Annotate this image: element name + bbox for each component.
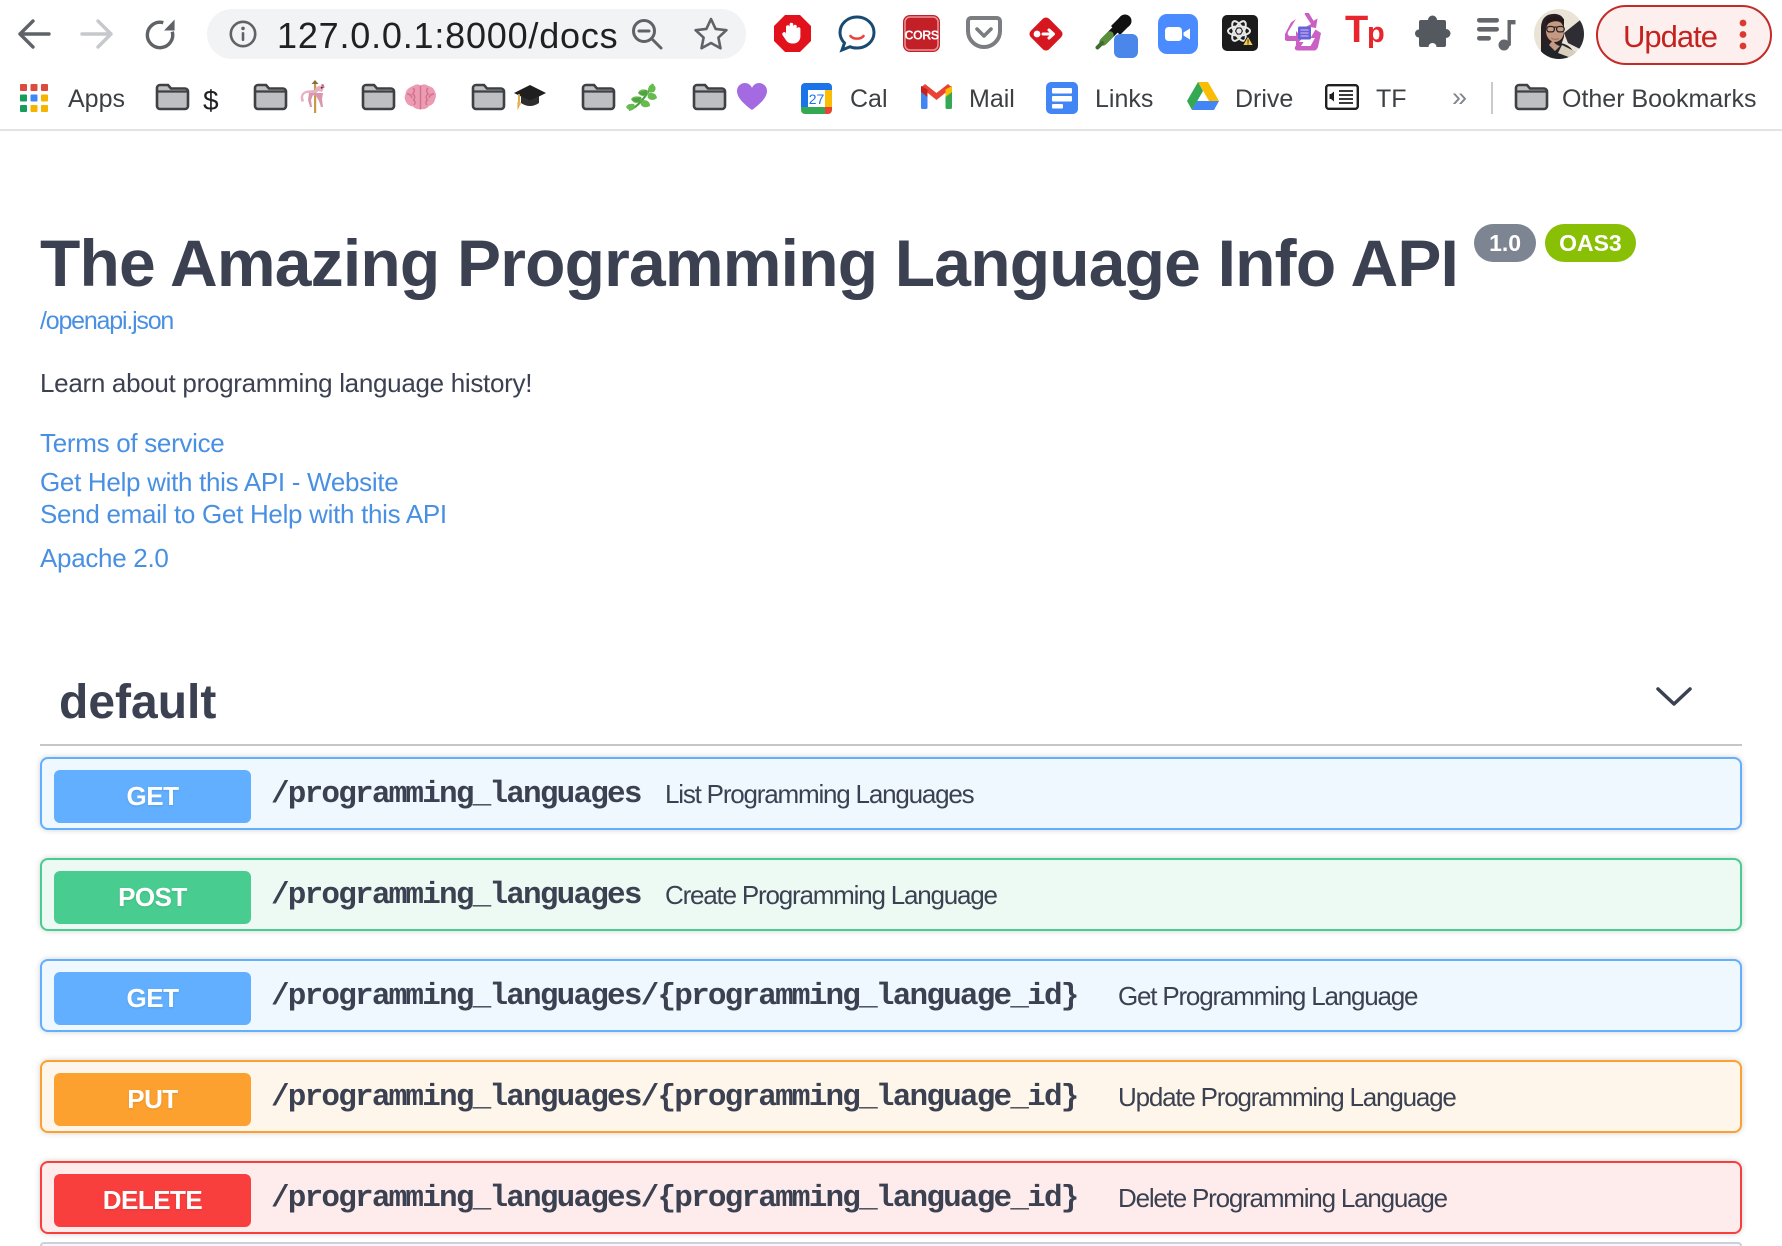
svg-text:CORS: CORS [904, 29, 938, 43]
svg-text:27: 27 [809, 91, 825, 107]
svg-text:!: ! [1247, 40, 1249, 47]
